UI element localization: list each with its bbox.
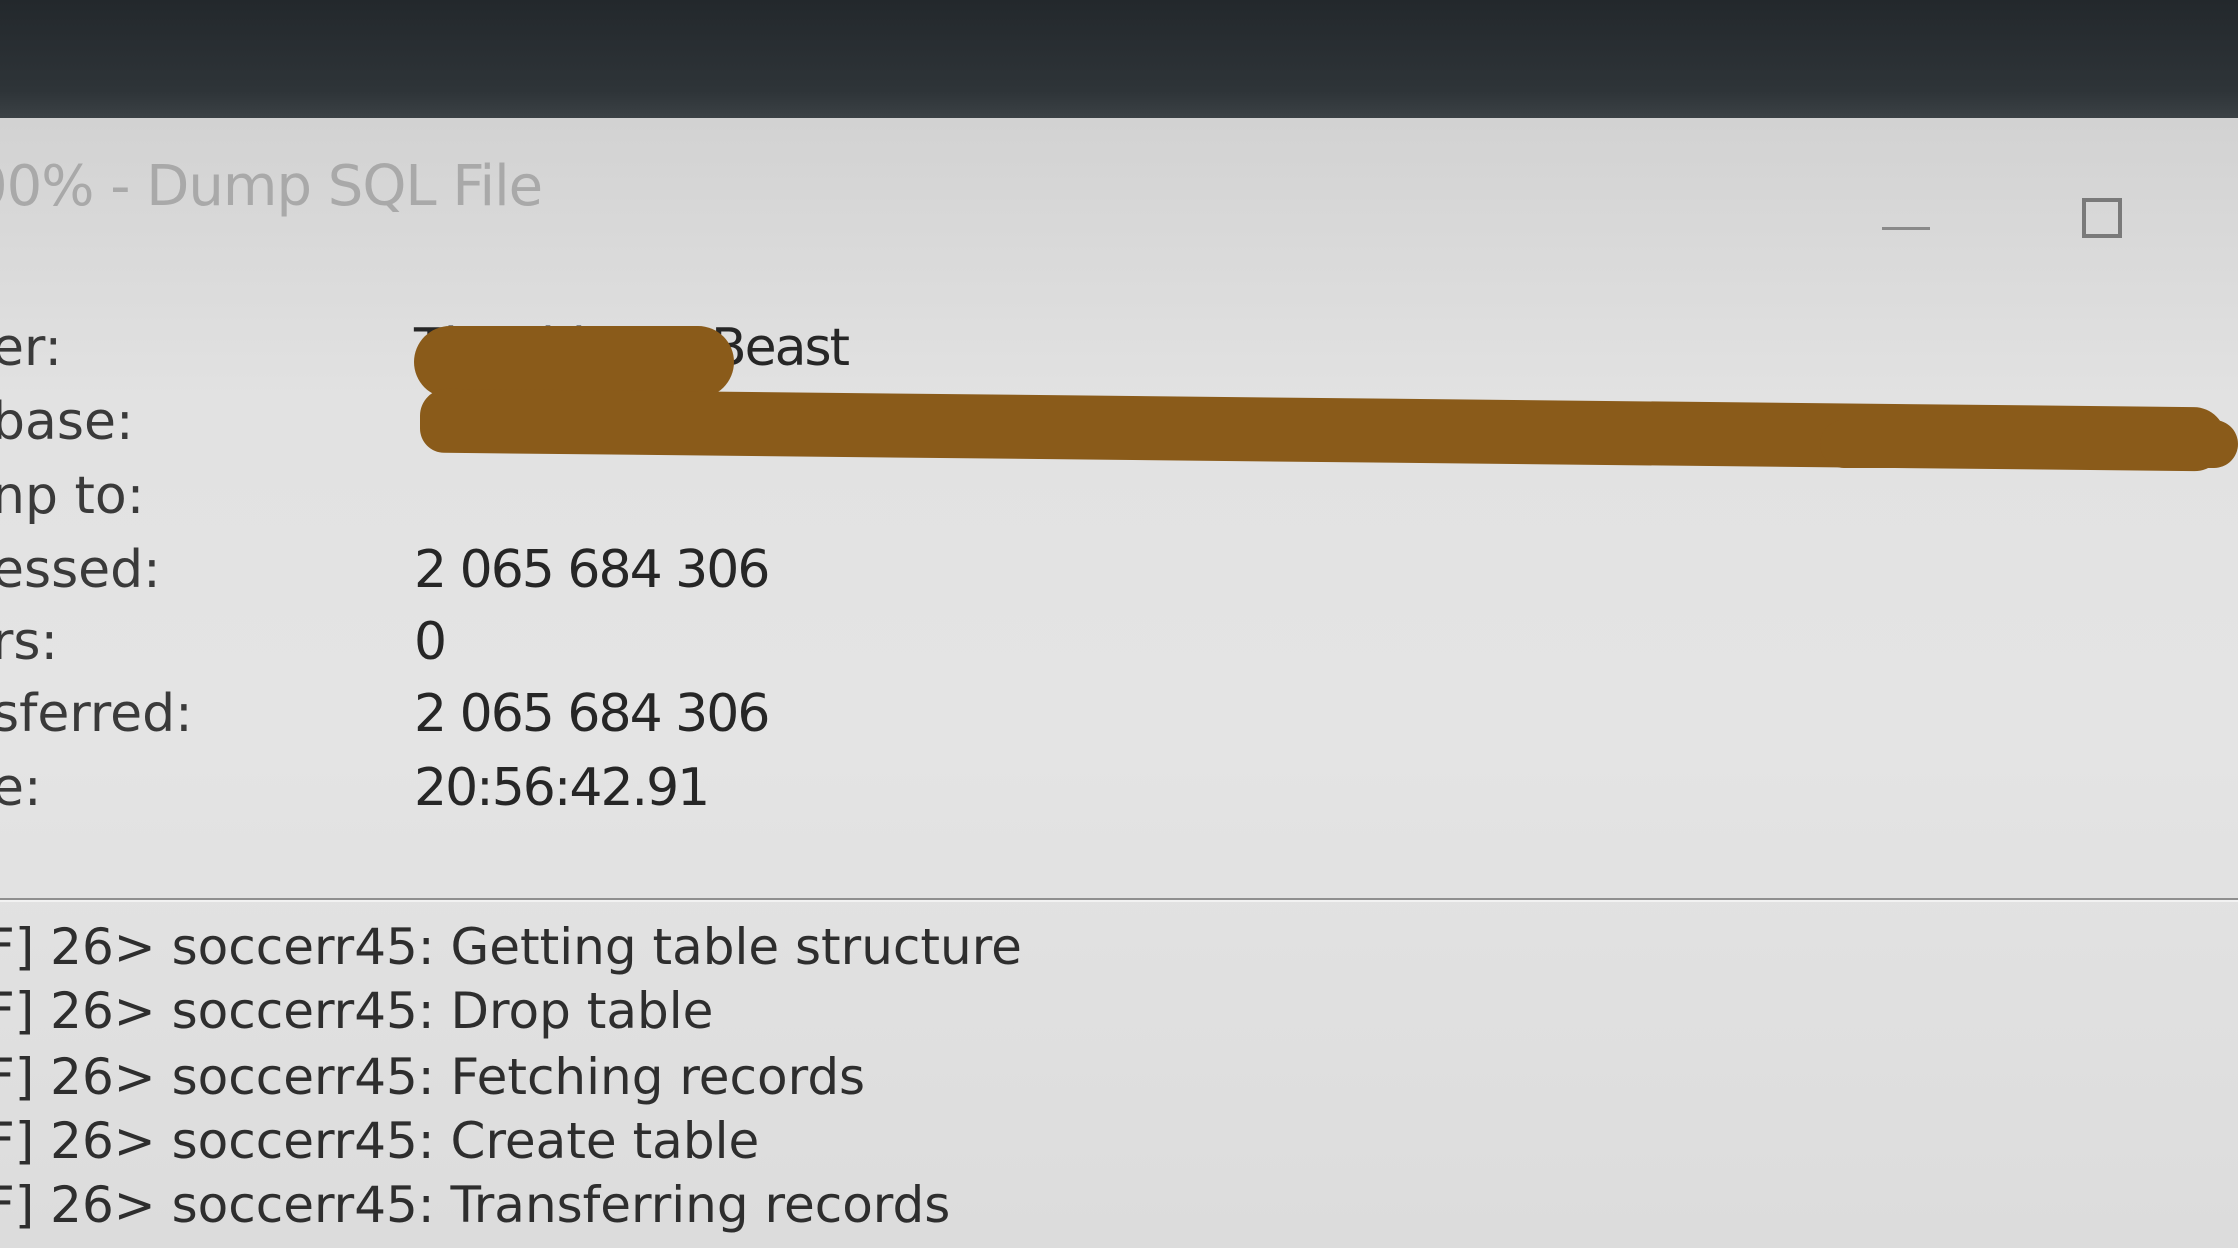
window-title: 00% - Dump SQL File [0,154,543,219]
info-row-user: er: TheUltimateBeast [0,318,2238,390]
processed-label: essed: [0,540,161,600]
maximize-button[interactable] [2062,178,2142,258]
processed-value: 2 065 684 306 [414,540,770,600]
log-line: F] 26> soccerr45: Getting table structur… [0,918,1022,976]
transferred-value: 2 065 684 306 [414,684,770,744]
title-bar[interactable]: 00% - Dump SQL File [0,118,2238,268]
info-row-dump-to: np to: [0,466,2238,538]
log-line: F] 26> soccerr45: Drop table [0,982,714,1040]
errors-label: rs: [0,612,58,672]
info-row-transferred: sferred: 2 065 684 306 [0,684,2238,756]
dump-sql-window: 00% - Dump SQL File er: TheUltimateBeast… [0,118,2238,1248]
info-row-errors: rs: 0 [0,612,2238,684]
time-label: e: [0,758,42,818]
log-panel[interactable]: F] 26> soccerr45: Getting table structur… [0,918,2238,1248]
dump-path-redaction-tip [1820,420,2238,468]
info-row-time: e: 20:56:42.91 [0,758,2238,830]
database-label: base: [0,392,134,452]
monitor-bezel [0,0,2238,130]
log-line: F] 26> soccerr45: Fetching records [0,1048,866,1106]
log-line: F] 26> soccerr45: Transferring records [0,1176,951,1234]
transferred-label: sferred: [0,684,193,744]
log-divider [0,898,2238,902]
user-label: er: [0,318,62,378]
minimize-button[interactable] [1866,178,1946,258]
time-value: 20:56:42.91 [414,758,710,818]
log-line: F] 26> soccerr45: Create table [0,1112,760,1170]
database-redaction [414,326,734,398]
maximize-icon [2082,198,2122,238]
minimize-icon [1882,226,1930,230]
info-row-processed: essed: 2 065 684 306 [0,540,2238,612]
dump-to-label: np to: [0,466,145,526]
errors-value: 0 [414,612,447,672]
